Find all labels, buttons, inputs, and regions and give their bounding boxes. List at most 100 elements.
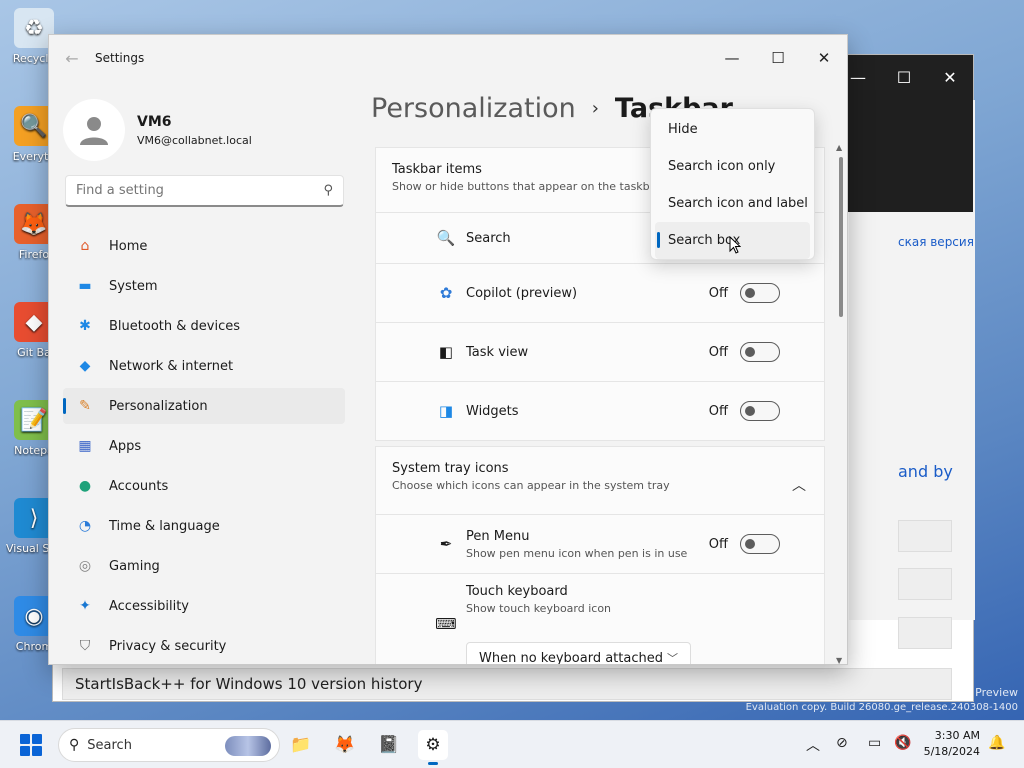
back-arrow-icon[interactable]: ← bbox=[49, 49, 95, 68]
breadcrumb-parent[interactable]: Personalization bbox=[371, 93, 576, 124]
keyboard-icon: ⌨ bbox=[435, 615, 457, 633]
scroll-up-icon[interactable]: ▲ bbox=[836, 143, 842, 152]
system-tray-subtitle: Choose which icons can appear in the sys… bbox=[392, 479, 670, 492]
taskbar-settings-icon[interactable]: ⚙ bbox=[418, 730, 448, 765]
taskbar-search-box[interactable]: ⚲ Search bbox=[58, 728, 280, 762]
sidebar-item-privacy-security[interactable]: ⛉ Privacy & security bbox=[63, 628, 345, 664]
sidebar-item-label: System bbox=[109, 278, 158, 294]
background-language-link[interactable]: ская версия bbox=[898, 235, 974, 249]
version-history-title: StartIsBack++ for Windows 10 version his… bbox=[62, 668, 952, 700]
watermark-preview: Preview bbox=[975, 686, 1018, 699]
volume-muted-icon[interactable]: 🔇 bbox=[894, 735, 911, 751]
sidebar-item-label: Accessibility bbox=[109, 598, 189, 614]
task-view-icon: ◧ bbox=[438, 343, 454, 361]
scrollbar-thumb[interactable] bbox=[839, 157, 843, 317]
pen-icon: ✒ bbox=[439, 535, 453, 553]
nav-icon: ✦ bbox=[79, 598, 91, 614]
close-button[interactable]: ✕ bbox=[801, 49, 847, 67]
task-view-row[interactable]: ◧ Task view Off bbox=[376, 322, 824, 381]
scroll-down-icon[interactable]: ▼ bbox=[836, 656, 842, 664]
widgets-icon: ◨ bbox=[438, 402, 454, 420]
chevron-up-icon[interactable]: ︿ bbox=[806, 735, 820, 755]
bg-maximize-button[interactable]: ☐ bbox=[881, 68, 927, 87]
sidebar-item-personalization[interactable]: ✎ Personalization bbox=[63, 388, 345, 424]
nav-icon: ⌂ bbox=[80, 238, 90, 254]
taskbar: ⚲ Search 📁 🦊 📓 ⚙ ︿ ⊘ ▭ 🔇 3:30 AM 5/18/2024 … bbox=[0, 720, 1024, 768]
task-view-state: Off bbox=[708, 344, 728, 360]
search-row-label: Search bbox=[466, 230, 511, 246]
copilot-state: Off bbox=[708, 285, 728, 301]
pen-menu-row[interactable]: ✒ Pen Menu Show pen menu icon when pen i… bbox=[376, 514, 824, 573]
nav-icon: ● bbox=[78, 478, 92, 494]
taskbar-notepad-icon[interactable]: 📓 bbox=[374, 730, 404, 760]
search-icon[interactable]: ⚲ bbox=[323, 183, 333, 198]
notification-bell-icon[interactable]: 🔔 bbox=[988, 735, 1005, 751]
window-title: Settings bbox=[95, 51, 145, 65]
background-field[interactable] bbox=[898, 520, 952, 552]
sidebar-item-bluetooth-devices[interactable]: ✱ Bluetooth & devices bbox=[63, 308, 345, 344]
nav-icon: ◔ bbox=[78, 518, 92, 534]
maximize-button[interactable]: ☐ bbox=[755, 49, 801, 67]
system-tray-title: System tray icons bbox=[392, 461, 509, 476]
display-icon[interactable]: ▭ bbox=[868, 735, 881, 751]
sidebar-item-label: Home bbox=[109, 238, 148, 254]
widgets-row[interactable]: ◨ Widgets Off bbox=[376, 381, 824, 440]
pen-menu-subtitle: Show pen menu icon when pen is in use bbox=[466, 546, 688, 560]
find-setting-box[interactable]: ⚲ bbox=[65, 175, 344, 207]
sidebar-item-gaming[interactable]: ◎ Gaming bbox=[63, 548, 345, 584]
sidebar-item-home[interactable]: ⌂ Home bbox=[63, 228, 345, 264]
nav-icon: ▬ bbox=[78, 278, 92, 294]
sidebar-item-label: Network & internet bbox=[109, 358, 234, 374]
sidebar-item-system[interactable]: ▬ System bbox=[63, 268, 345, 304]
widgets-toggle[interactable] bbox=[740, 401, 780, 421]
copilot-toggle[interactable] bbox=[740, 283, 780, 303]
nav-icon: ◎ bbox=[78, 558, 92, 574]
background-field[interactable] bbox=[898, 617, 952, 649]
user-profile[interactable]: VM6 VM6@collabnet.local bbox=[63, 99, 252, 161]
profile-name: VM6 bbox=[137, 113, 172, 130]
dropdown-option[interactable]: Search icon only bbox=[655, 148, 810, 185]
background-dark-strip bbox=[846, 90, 973, 212]
sidebar-item-label: Gaming bbox=[109, 558, 160, 574]
network-off-icon[interactable]: ⊘ bbox=[836, 735, 848, 751]
clock-time: 3:30 AM bbox=[934, 729, 980, 742]
copilot-row[interactable]: ✿ Copilot (preview) Off bbox=[376, 263, 824, 322]
touch-keyboard-select[interactable]: When no keyboard attached ﹀ bbox=[466, 642, 691, 664]
copilot-icon: ✿ bbox=[439, 284, 453, 302]
search-input[interactable] bbox=[76, 183, 324, 198]
bg-close-button[interactable]: ✕ bbox=[927, 68, 973, 87]
copilot-row-label: Copilot (preview) bbox=[466, 285, 578, 301]
background-field[interactable] bbox=[898, 568, 952, 600]
sidebar-item-accounts[interactable]: ● Accounts bbox=[63, 468, 345, 504]
sidebar-item-accessibility[interactable]: ✦ Accessibility bbox=[63, 588, 345, 624]
pen-menu-toggle[interactable] bbox=[740, 534, 780, 554]
task-view-toggle[interactable] bbox=[740, 342, 780, 362]
mouse-cursor-icon bbox=[729, 236, 741, 254]
content-scrollbar[interactable]: ▲ ▼ bbox=[836, 143, 843, 664]
user-icon bbox=[80, 117, 108, 145]
taskbar-search-label: Search bbox=[87, 737, 132, 753]
touch-keyboard-label: Touch keyboard bbox=[466, 584, 568, 599]
taskbar-firefox-icon[interactable]: 🦊 bbox=[330, 730, 360, 760]
dropdown-option[interactable]: Hide bbox=[655, 111, 810, 148]
sidebar-item-label: Bluetooth & devices bbox=[109, 318, 240, 334]
taskbar-file-explorer-icon[interactable]: 📁 bbox=[286, 730, 316, 760]
sidebar-item-label: Time & language bbox=[109, 518, 220, 534]
sidebar-nav: ⌂ Home ▬ System ✱ Bluetooth & devices ◆ Network… bbox=[63, 228, 345, 664]
dropdown-option[interactable]: Search icon and label bbox=[655, 185, 810, 222]
search-icon: ⚲ bbox=[69, 737, 80, 753]
clock[interactable]: 3:30 AM 5/18/2024 bbox=[920, 728, 980, 760]
system-tray-header[interactable]: System tray icons Choose which icons can… bbox=[376, 447, 824, 514]
avatar bbox=[63, 99, 125, 161]
start-button[interactable] bbox=[20, 734, 42, 756]
sidebar-item-label: Accounts bbox=[109, 478, 169, 494]
background-heading: and by bbox=[898, 462, 953, 481]
minimize-button[interactable]: — bbox=[709, 49, 755, 67]
nav-icon: ⛉ bbox=[79, 638, 91, 654]
sidebar-item-time-language[interactable]: ◔ Time & language bbox=[63, 508, 345, 544]
chevron-up-icon[interactable]: ︿ bbox=[792, 475, 806, 495]
touch-keyboard-row[interactable]: ⌨ Touch keyboard Show touch keyboard ico… bbox=[376, 573, 824, 664]
sidebar-item-apps[interactable]: ▦ Apps bbox=[63, 428, 345, 464]
sidebar-item-network-internet[interactable]: ◆ Network & internet bbox=[63, 348, 345, 384]
search-icon: 🔍 bbox=[436, 229, 456, 247]
